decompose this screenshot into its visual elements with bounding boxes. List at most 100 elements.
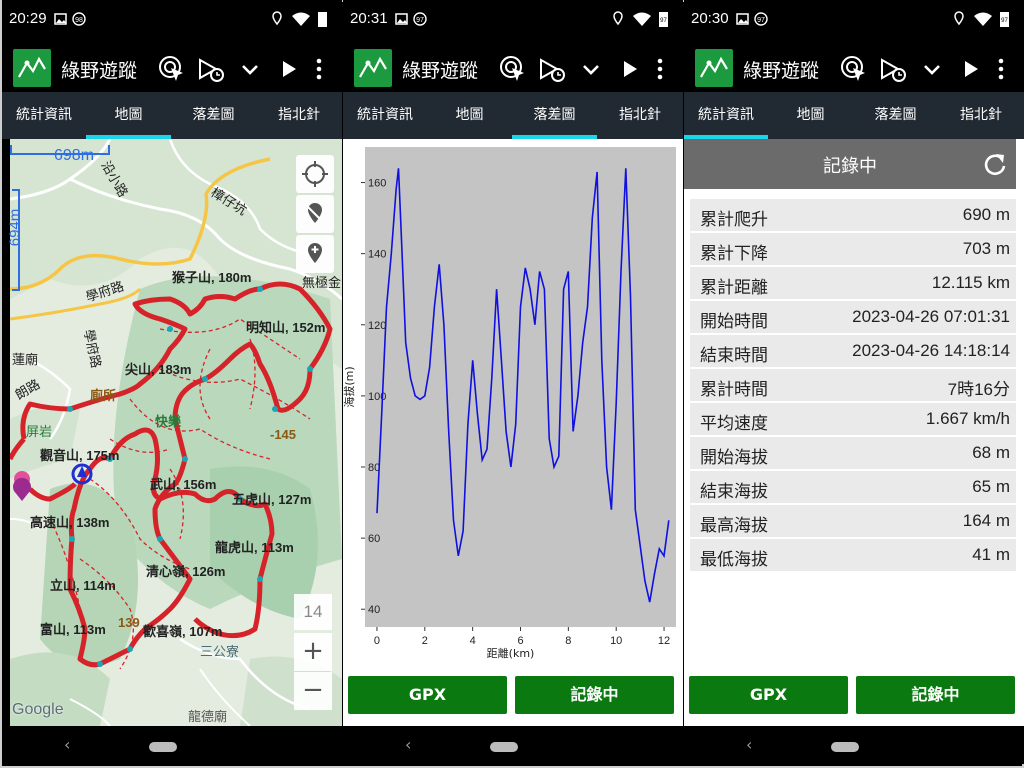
cursor-target-icon[interactable] bbox=[157, 54, 187, 84]
y-tick-label: 120 bbox=[368, 320, 386, 332]
map-label: 屏岩 bbox=[26, 424, 53, 439]
system-icons: 97 bbox=[613, 10, 673, 31]
play-icon[interactable] bbox=[615, 54, 645, 84]
cursor-target-icon[interactable] bbox=[839, 54, 869, 84]
tab-map[interactable]: 地圖 bbox=[427, 92, 512, 139]
map-label: 歡喜嶺, 107m bbox=[143, 624, 223, 639]
tab-elevation[interactable]: 落差圖 bbox=[853, 92, 938, 139]
stat-row-start-time: 開始時間 2023-04-26 07:01:31 bbox=[690, 301, 1016, 333]
track-history-icon[interactable] bbox=[537, 54, 567, 84]
map-label: 五虎山, 127m bbox=[232, 492, 312, 507]
location-off-button[interactable] bbox=[296, 195, 334, 233]
battery-level: 97 bbox=[660, 18, 667, 24]
track-history-icon[interactable] bbox=[878, 54, 908, 84]
nav-home-pill[interactable] bbox=[490, 742, 518, 752]
stat-row-duration: 累計時間 7時16分 bbox=[690, 369, 1016, 401]
map-label: 沿小路 bbox=[98, 158, 131, 200]
x-tick-label: 6 bbox=[517, 635, 523, 647]
more-vert-icon[interactable] bbox=[990, 54, 1020, 84]
app-bar: 綠野遊蹤 bbox=[2, 46, 342, 92]
tab-compass[interactable]: 指北針 bbox=[597, 92, 683, 139]
stat-row-min-elevation: 最低海拔 41 m bbox=[690, 539, 1016, 571]
app-title: 綠野遊蹤 bbox=[61, 60, 138, 82]
notification-icons: 97 bbox=[736, 12, 770, 29]
nav-back-icon[interactable]: ‹ bbox=[746, 735, 752, 754]
map-label: 學府路 bbox=[83, 278, 126, 305]
plot-area bbox=[365, 147, 676, 627]
zoom-in-button[interactable]: + bbox=[294, 633, 332, 671]
panel-elevation: 20:31 97 97 綠野遊蹤 統計資訊 地圖 落差圖 指北針 0 2 4 6 8 10… bbox=[343, 0, 683, 764]
map-label: 樟仔坑 bbox=[208, 184, 250, 219]
location-wifi-battery-icon bbox=[272, 11, 327, 27]
map-label: 清心嶺, 126m bbox=[146, 564, 226, 579]
refresh-icon[interactable] bbox=[982, 151, 1008, 177]
more-vert-icon[interactable] bbox=[649, 54, 679, 84]
map-label: 廁所 bbox=[90, 388, 117, 403]
notification-icons: 98 bbox=[54, 12, 88, 29]
tab-compass[interactable]: 指北針 bbox=[938, 92, 1024, 139]
stat-value: 2023-04-26 07:01:31 bbox=[852, 307, 1010, 326]
status-bar: 20:31 97 97 bbox=[343, 0, 683, 46]
stat-label: 累計下降 bbox=[700, 244, 768, 264]
nav-home-pill[interactable] bbox=[831, 742, 859, 752]
tab-elevation[interactable]: 落差圖 bbox=[512, 92, 597, 139]
tab-stats[interactable]: 統計資訊 bbox=[2, 92, 86, 139]
stat-row-distance: 累計距離 12.115 km bbox=[690, 267, 1016, 299]
more-vert-icon[interactable] bbox=[308, 54, 338, 84]
stat-row-descent: 累計下降 703 m bbox=[690, 233, 1016, 265]
stat-label: 開始海拔 bbox=[700, 448, 768, 468]
tab-map[interactable]: 地圖 bbox=[768, 92, 853, 139]
y-axis-label: 海拔(m) bbox=[343, 366, 356, 407]
stat-value: 1.667 km/h bbox=[925, 409, 1010, 428]
zoom-out-button[interactable]: − bbox=[294, 672, 332, 710]
chevron-down-icon[interactable] bbox=[235, 54, 265, 84]
badge-count: 98 bbox=[75, 17, 83, 24]
stat-label: 最低海拔 bbox=[700, 550, 768, 570]
play-icon[interactable] bbox=[956, 54, 986, 84]
mountain-logo-icon bbox=[700, 56, 728, 78]
tab-map[interactable]: 地圖 bbox=[86, 92, 171, 139]
tab-bar: 統計資訊 地圖 落差圖 指北針 bbox=[684, 92, 1024, 139]
gpx-button[interactable]: GPX bbox=[689, 676, 848, 714]
tab-stats[interactable]: 統計資訊 bbox=[684, 92, 768, 139]
map-label: 三公寮 bbox=[200, 644, 240, 659]
tab-stats[interactable]: 統計資訊 bbox=[343, 92, 427, 139]
status-time: 20:30 bbox=[691, 10, 729, 27]
tab-elevation[interactable]: 落差圖 bbox=[171, 92, 256, 139]
add-waypoint-button[interactable] bbox=[296, 235, 334, 273]
play-icon[interactable] bbox=[274, 54, 304, 84]
elevation-view: 0 2 4 6 8 10 12 40 60 80 100 120 140 160 距離(km) 海拔(m) G… bbox=[343, 139, 683, 726]
map-label: 立山, 114m bbox=[50, 578, 116, 593]
location-off-icon bbox=[305, 203, 325, 224]
map-label: 139 bbox=[118, 615, 140, 630]
stat-label: 開始時間 bbox=[700, 312, 768, 332]
chevron-down-icon[interactable] bbox=[917, 54, 947, 84]
nav-back-icon[interactable]: ‹ bbox=[405, 735, 411, 754]
mountain-logo-icon bbox=[18, 56, 46, 78]
stat-row-max-elevation: 最高海拔 164 m bbox=[690, 505, 1016, 537]
gpx-button[interactable]: GPX bbox=[348, 676, 507, 714]
map-view[interactable]: 698m 694m 猴子山, 180m 學府路 無極金 明知山, 152m 樟仔… bbox=[6, 139, 342, 726]
nav-home-pill[interactable] bbox=[149, 742, 177, 752]
app-bar: 綠野遊蹤 bbox=[343, 46, 683, 92]
app-logo bbox=[13, 49, 51, 87]
system-icons: 97 bbox=[954, 10, 1014, 31]
tab-compass[interactable]: 指北針 bbox=[256, 92, 342, 139]
nav-back-icon[interactable]: ‹ bbox=[64, 735, 70, 754]
elevation-chart[interactable]: 0 2 4 6 8 10 12406080100120140160距離(km)海拔(m) bbox=[343, 139, 683, 669]
map-label: 快樂 bbox=[155, 414, 182, 429]
app-logo bbox=[695, 49, 733, 87]
cursor-target-icon[interactable] bbox=[498, 54, 528, 84]
panel-stats: 20:30 97 97 綠野遊蹤 統計資訊 地圖 落差圖 指北針 記錄中 累計爬… bbox=[684, 0, 1024, 764]
locate-button[interactable] bbox=[296, 155, 334, 193]
app-title: 綠野遊蹤 bbox=[402, 60, 479, 82]
recording-button[interactable]: 記錄中 bbox=[856, 676, 1015, 714]
stat-value: 703 m bbox=[962, 239, 1010, 258]
track-history-icon[interactable] bbox=[196, 54, 226, 84]
map-label: 學府路 bbox=[81, 328, 104, 370]
x-tick-label: 4 bbox=[470, 635, 476, 647]
badge-count: 97 bbox=[416, 17, 424, 24]
chevron-down-icon[interactable] bbox=[576, 54, 606, 84]
recording-button[interactable]: 記錄中 bbox=[515, 676, 674, 714]
y-tick-label: 100 bbox=[368, 391, 386, 403]
